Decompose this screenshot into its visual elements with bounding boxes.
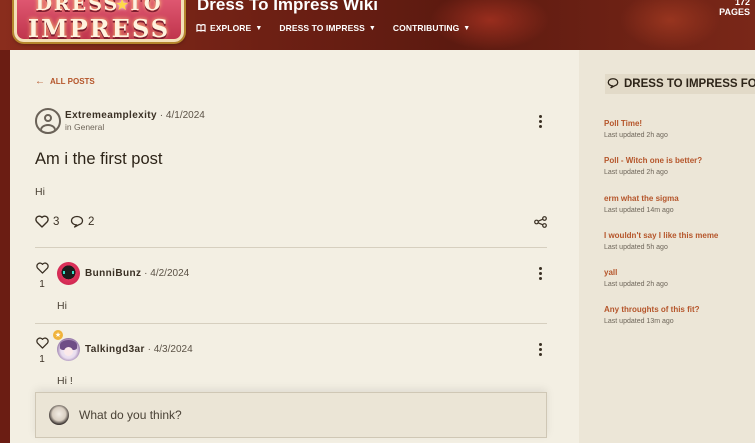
sidebar-post-title: Poll - Witch one is better? <box>604 156 703 165</box>
sidebar-post-item[interactable]: Any throughts of this fit? Last updated … <box>604 305 700 325</box>
post-comment-count: 2 <box>88 215 95 228</box>
sidebar-post-updated: Last updated 2h ago <box>604 132 668 139</box>
heart-icon <box>35 215 49 228</box>
reply-more-options-icon[interactable] <box>536 342 546 358</box>
reply-like-button[interactable]: 1 <box>35 259 49 290</box>
post-category[interactable]: in General <box>65 122 104 132</box>
pages-count: 172 <box>734 0 750 7</box>
sidebar-title-label: DRESS TO IMPRESS FORUM <box>624 78 755 90</box>
reply-composer[interactable]: What do you think? <box>35 392 547 438</box>
reply-date: 4/3/2024 <box>153 344 193 355</box>
divider <box>35 323 547 324</box>
site-logo[interactable]: DRESS TO ★ IMPRESS <box>14 0 184 42</box>
sidebar-post-item[interactable]: erm what the sigma Last updated 14m ago <box>604 194 679 214</box>
comment-icon <box>607 77 619 92</box>
reply-body: Hi <box>57 300 67 312</box>
avatar <box>49 405 69 425</box>
reply-like-count: 1 <box>39 279 45 290</box>
sidebar-post-item[interactable]: Poll Time! Last updated 2h ago <box>604 119 668 139</box>
reply-like-button[interactable]: 1 <box>35 334 49 365</box>
discussion-panel: ← ALL POSTS Extremeamplexity · 4/1/2024 … <box>10 50 579 443</box>
all-posts-label: ALL POSTS <box>50 77 95 86</box>
reply-author-line: BunniBunz · 4/2/2024 <box>85 268 189 279</box>
share-button[interactable] <box>534 216 547 228</box>
post-like-count: 3 <box>53 215 60 228</box>
sidebar-post-title: Poll Time! <box>604 119 643 128</box>
star-icon: ★ <box>115 0 130 14</box>
post-author-name[interactable]: Extremeamplexity <box>65 110 157 121</box>
avatar[interactable] <box>57 338 80 361</box>
pages-label: PAGES <box>719 7 750 17</box>
sidebar-post-updated: Last updated 13m ago <box>604 318 674 325</box>
reply-more-options-icon[interactable] <box>536 266 546 282</box>
heart-icon <box>35 334 49 353</box>
sidebar-post-item[interactable]: I wouldn't say I like this meme Last upd… <box>604 231 718 251</box>
sidebar-post-title: Any throughts of this fit? <box>604 305 700 314</box>
post-author-line: Extremeamplexity · 4/1/2024 <box>65 110 205 121</box>
reply-like-count: 1 <box>39 354 45 365</box>
share-icon <box>534 216 547 228</box>
reply-date: 4/2/2024 <box>150 268 190 279</box>
divider <box>35 247 547 248</box>
arrow-left-icon: ← <box>35 76 45 87</box>
book-icon <box>196 24 206 32</box>
caret-down-icon: ▼ <box>255 24 263 32</box>
post-comment-button[interactable]: 2 <box>70 215 94 228</box>
nav-dress-to-impress-label: DRESS TO IMPRESS <box>279 23 365 33</box>
sidebar-post-title: I wouldn't say I like this meme <box>604 231 719 240</box>
sidebar-post-updated: Last updated 2h ago <box>604 281 668 288</box>
sidebar-post-item[interactable]: Poll - Witch one is better? Last updated… <box>604 156 702 176</box>
comment-icon <box>70 215 84 228</box>
reply-body: Hi ! <box>57 375 73 387</box>
separator-dot: · <box>159 110 164 121</box>
sidebar-post-updated: Last updated 5h ago <box>604 244 668 251</box>
logo-text-line1: DRESS TO <box>35 0 163 15</box>
separator-dot: · <box>144 268 148 279</box>
site-header: DRESS TO ★ IMPRESS Dress To Impress Wiki… <box>0 0 755 50</box>
sidebar-post-title: erm what the sigma <box>604 194 679 203</box>
heart-icon <box>35 259 49 278</box>
sidebar-post-updated: Last updated 14m ago <box>604 207 674 214</box>
logo-text-line2: IMPRESS <box>27 14 171 42</box>
post-title: Am i the first post <box>35 150 163 168</box>
post-body: Hi <box>35 186 45 198</box>
nav-explore-label: EXPLORE <box>210 23 252 33</box>
reply-author-line: Talkingd3ar · 4/3/2024 <box>85 344 193 355</box>
nav-dress-to-impress[interactable]: DRESS TO IMPRESS ▼ <box>279 23 376 33</box>
header-decoration <box>620 0 720 50</box>
nav-explore[interactable]: EXPLORE ▼ <box>196 23 262 33</box>
sidebar-post-updated: Last updated 2h ago <box>604 169 668 176</box>
star-badge-icon: ★ <box>53 330 63 340</box>
pages-counter[interactable]: 172 PAGES <box>719 0 750 17</box>
nav-contributing[interactable]: CONTRIBUTING ▼ <box>393 23 470 33</box>
separator-dot: · <box>147 344 151 355</box>
composer-placeholder: What do you think? <box>79 408 182 422</box>
post-like-button[interactable]: 3 <box>35 215 59 228</box>
sidebar-post-title: yall <box>604 268 618 277</box>
forum-sidebar: DRESS TO IMPRESS FORUM Poll Time! Last u… <box>579 50 755 443</box>
nav-contributing-label: CONTRIBUTING <box>392 23 460 33</box>
site-title[interactable]: Dress To Impress Wiki <box>197 0 378 15</box>
sidebar-title[interactable]: DRESS TO IMPRESS FORUM <box>605 74 755 94</box>
all-posts-link[interactable]: ← ALL POSTS <box>35 76 95 87</box>
reply-author-name[interactable]: Talkingd3ar <box>85 344 145 355</box>
sidebar-post-item[interactable]: yall Last updated 2h ago <box>604 268 668 288</box>
post-more-options-icon[interactable] <box>536 114 546 130</box>
reply-author-name[interactable]: BunniBunz <box>85 268 141 279</box>
top-nav: EXPLORE ▼ DRESS TO IMPRESS ▼ CONTRIBUTIN… <box>196 23 487 33</box>
caret-down-icon: ▼ <box>368 24 376 32</box>
avatar[interactable] <box>57 262 80 285</box>
caret-down-icon: ▼ <box>463 24 471 32</box>
user-avatar-icon[interactable] <box>35 108 61 134</box>
post-date: 4/1/2024 <box>165 110 205 121</box>
